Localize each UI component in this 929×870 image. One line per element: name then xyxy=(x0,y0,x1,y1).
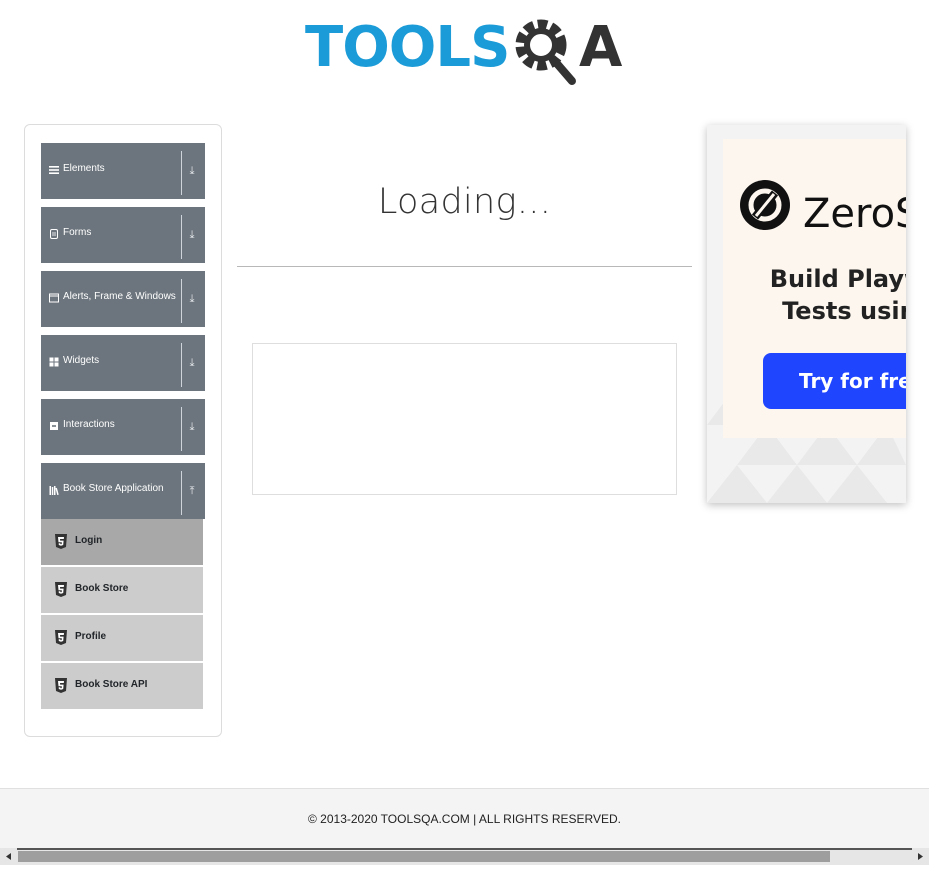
html5-icon xyxy=(55,582,67,597)
sidebar-group-book-store-application[interactable]: Book Store Application ⤒ xyxy=(41,463,205,519)
scroll-left-button[interactable] xyxy=(0,848,17,865)
sidebar-group-widgets[interactable]: Widgets ⤓ xyxy=(41,335,205,391)
toolsqa-logo[interactable]: TOOLS A xyxy=(305,15,630,91)
left-sidebar: Elements ⤓ Forms ⤓ Alerts, Frame & Windo… xyxy=(24,124,222,737)
sidebar-group-label: Alerts, Frame & Windows xyxy=(63,291,176,302)
divider xyxy=(181,215,182,259)
square-icon xyxy=(50,422,58,430)
sidebar-group-interactions[interactable]: Interactions ⤓ xyxy=(41,399,205,455)
page-title: Loading... xyxy=(377,182,552,222)
sidebar-group-label: Elements xyxy=(63,163,105,174)
scrollbar-edge xyxy=(0,848,929,850)
sidebar-group-label: Interactions xyxy=(63,419,115,430)
ad-card: ZeroSt Build Playwri Tests using Try for… xyxy=(723,139,906,438)
sidebar-group-label: Forms xyxy=(63,227,92,238)
expand-down-icon[interactable]: ⤓ xyxy=(184,163,200,179)
menu-item-label: Profile xyxy=(75,631,107,642)
scroll-right-button[interactable] xyxy=(912,848,929,865)
gear-q-icon xyxy=(515,19,576,85)
sidebar-group-elements[interactable]: Elements ⤓ xyxy=(41,143,205,199)
try-for-free-button[interactable]: Try for free - xyxy=(763,353,906,409)
title-divider xyxy=(237,266,692,267)
ad-headline-line1: Build Playwri xyxy=(769,265,906,293)
triangle-right-icon xyxy=(918,853,923,860)
collapse-up-icon[interactable]: ⤒ xyxy=(184,483,200,499)
sidebar-group-forms[interactable]: Forms ⤓ xyxy=(41,207,205,263)
copyright-text: © 2013-2020 TOOLSQA.COM | ALL RIGHTS RES… xyxy=(308,812,621,826)
divider xyxy=(181,151,182,195)
grid-icon xyxy=(49,357,59,367)
advertisement[interactable]: ZeroSt Build Playwri Tests using Try for… xyxy=(707,125,906,503)
sidebar-group-alerts-frame-windows[interactable]: Alerts, Frame & Windows ⤓ xyxy=(41,271,205,327)
divider xyxy=(181,471,182,515)
divider xyxy=(181,279,182,323)
expand-down-icon[interactable]: ⤓ xyxy=(184,227,200,243)
logo-text-a: A xyxy=(579,15,623,80)
menu-item-label: Book Store xyxy=(75,583,129,594)
triangle-left-icon xyxy=(6,853,11,860)
zerostep-logo-icon xyxy=(740,180,790,230)
menu-item-login[interactable]: Login xyxy=(41,519,203,565)
expand-down-icon[interactable]: ⤓ xyxy=(184,291,200,307)
logo-text-tools: TOOLS xyxy=(305,15,509,80)
content-panel xyxy=(252,343,677,495)
hamburger-icon xyxy=(49,166,59,174)
library-icon xyxy=(49,486,59,495)
divider xyxy=(181,407,182,451)
window-icon xyxy=(49,293,59,303)
menu-item-book-store-api[interactable]: Book Store API xyxy=(41,663,203,709)
menu-item-label: Login xyxy=(75,535,103,546)
menu-item-label: Book Store API xyxy=(75,679,148,690)
ad-headline-line2: Tests using xyxy=(782,297,906,325)
menu-item-profile[interactable]: Profile xyxy=(41,615,203,661)
sidebar-group-label: Book Store Application xyxy=(63,483,164,494)
horizontal-scrollbar[interactable] xyxy=(0,848,929,865)
html5-icon xyxy=(55,534,67,549)
html5-icon xyxy=(55,678,67,693)
sidebar-group-label: Widgets xyxy=(63,355,100,366)
scrollbar-thumb[interactable] xyxy=(18,851,830,862)
ad-headline: Build Playwri Tests using xyxy=(733,263,906,327)
file-icon xyxy=(50,229,58,239)
html5-icon xyxy=(55,630,67,645)
expand-down-icon[interactable]: ⤓ xyxy=(184,419,200,435)
ad-brand-name: ZeroSt xyxy=(803,191,906,237)
divider xyxy=(181,343,182,387)
expand-down-icon[interactable]: ⤓ xyxy=(184,355,200,371)
footer: © 2013-2020 TOOLSQA.COM | ALL RIGHTS RES… xyxy=(0,788,929,849)
menu-item-book-store[interactable]: Book Store xyxy=(41,567,203,613)
book-store-menu-list: Login Book Store Profile Book Store API xyxy=(41,519,203,711)
